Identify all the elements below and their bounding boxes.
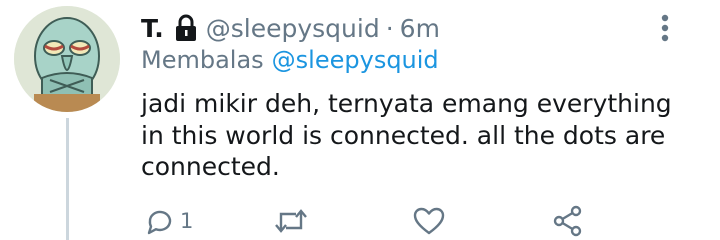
like-button[interactable]	[412, 204, 446, 238]
reply-button[interactable]: 1	[144, 204, 193, 238]
retweet-icon	[272, 205, 310, 237]
separator: ·	[385, 13, 394, 43]
more-vertical-icon[interactable]	[655, 12, 675, 44]
replying-to-label: Membalas	[141, 46, 264, 74]
tweet-text: jadi mikir deh, ternyata emang everythin…	[141, 89, 672, 181]
tweet-actions: 1	[0, 200, 720, 240]
avatar[interactable]	[14, 6, 120, 112]
share-button[interactable]	[552, 204, 584, 238]
tweet-header: T. @sleepysquid · 6m	[141, 10, 440, 46]
comment-icon	[144, 205, 176, 237]
avatar-image	[14, 6, 120, 112]
replying-to-mention[interactable]: @sleepysquid	[272, 46, 439, 74]
retweet-button[interactable]	[272, 204, 310, 238]
display-name[interactable]: T.	[141, 14, 164, 43]
lock-icon	[175, 14, 197, 42]
share-icon	[552, 205, 584, 237]
heart-icon	[412, 205, 446, 237]
timestamp[interactable]: 6m	[400, 14, 440, 43]
replying-to: Membalas @sleepysquid	[141, 44, 439, 76]
reply-count: 1	[180, 209, 194, 233]
handle[interactable]: @sleepysquid	[206, 14, 380, 43]
